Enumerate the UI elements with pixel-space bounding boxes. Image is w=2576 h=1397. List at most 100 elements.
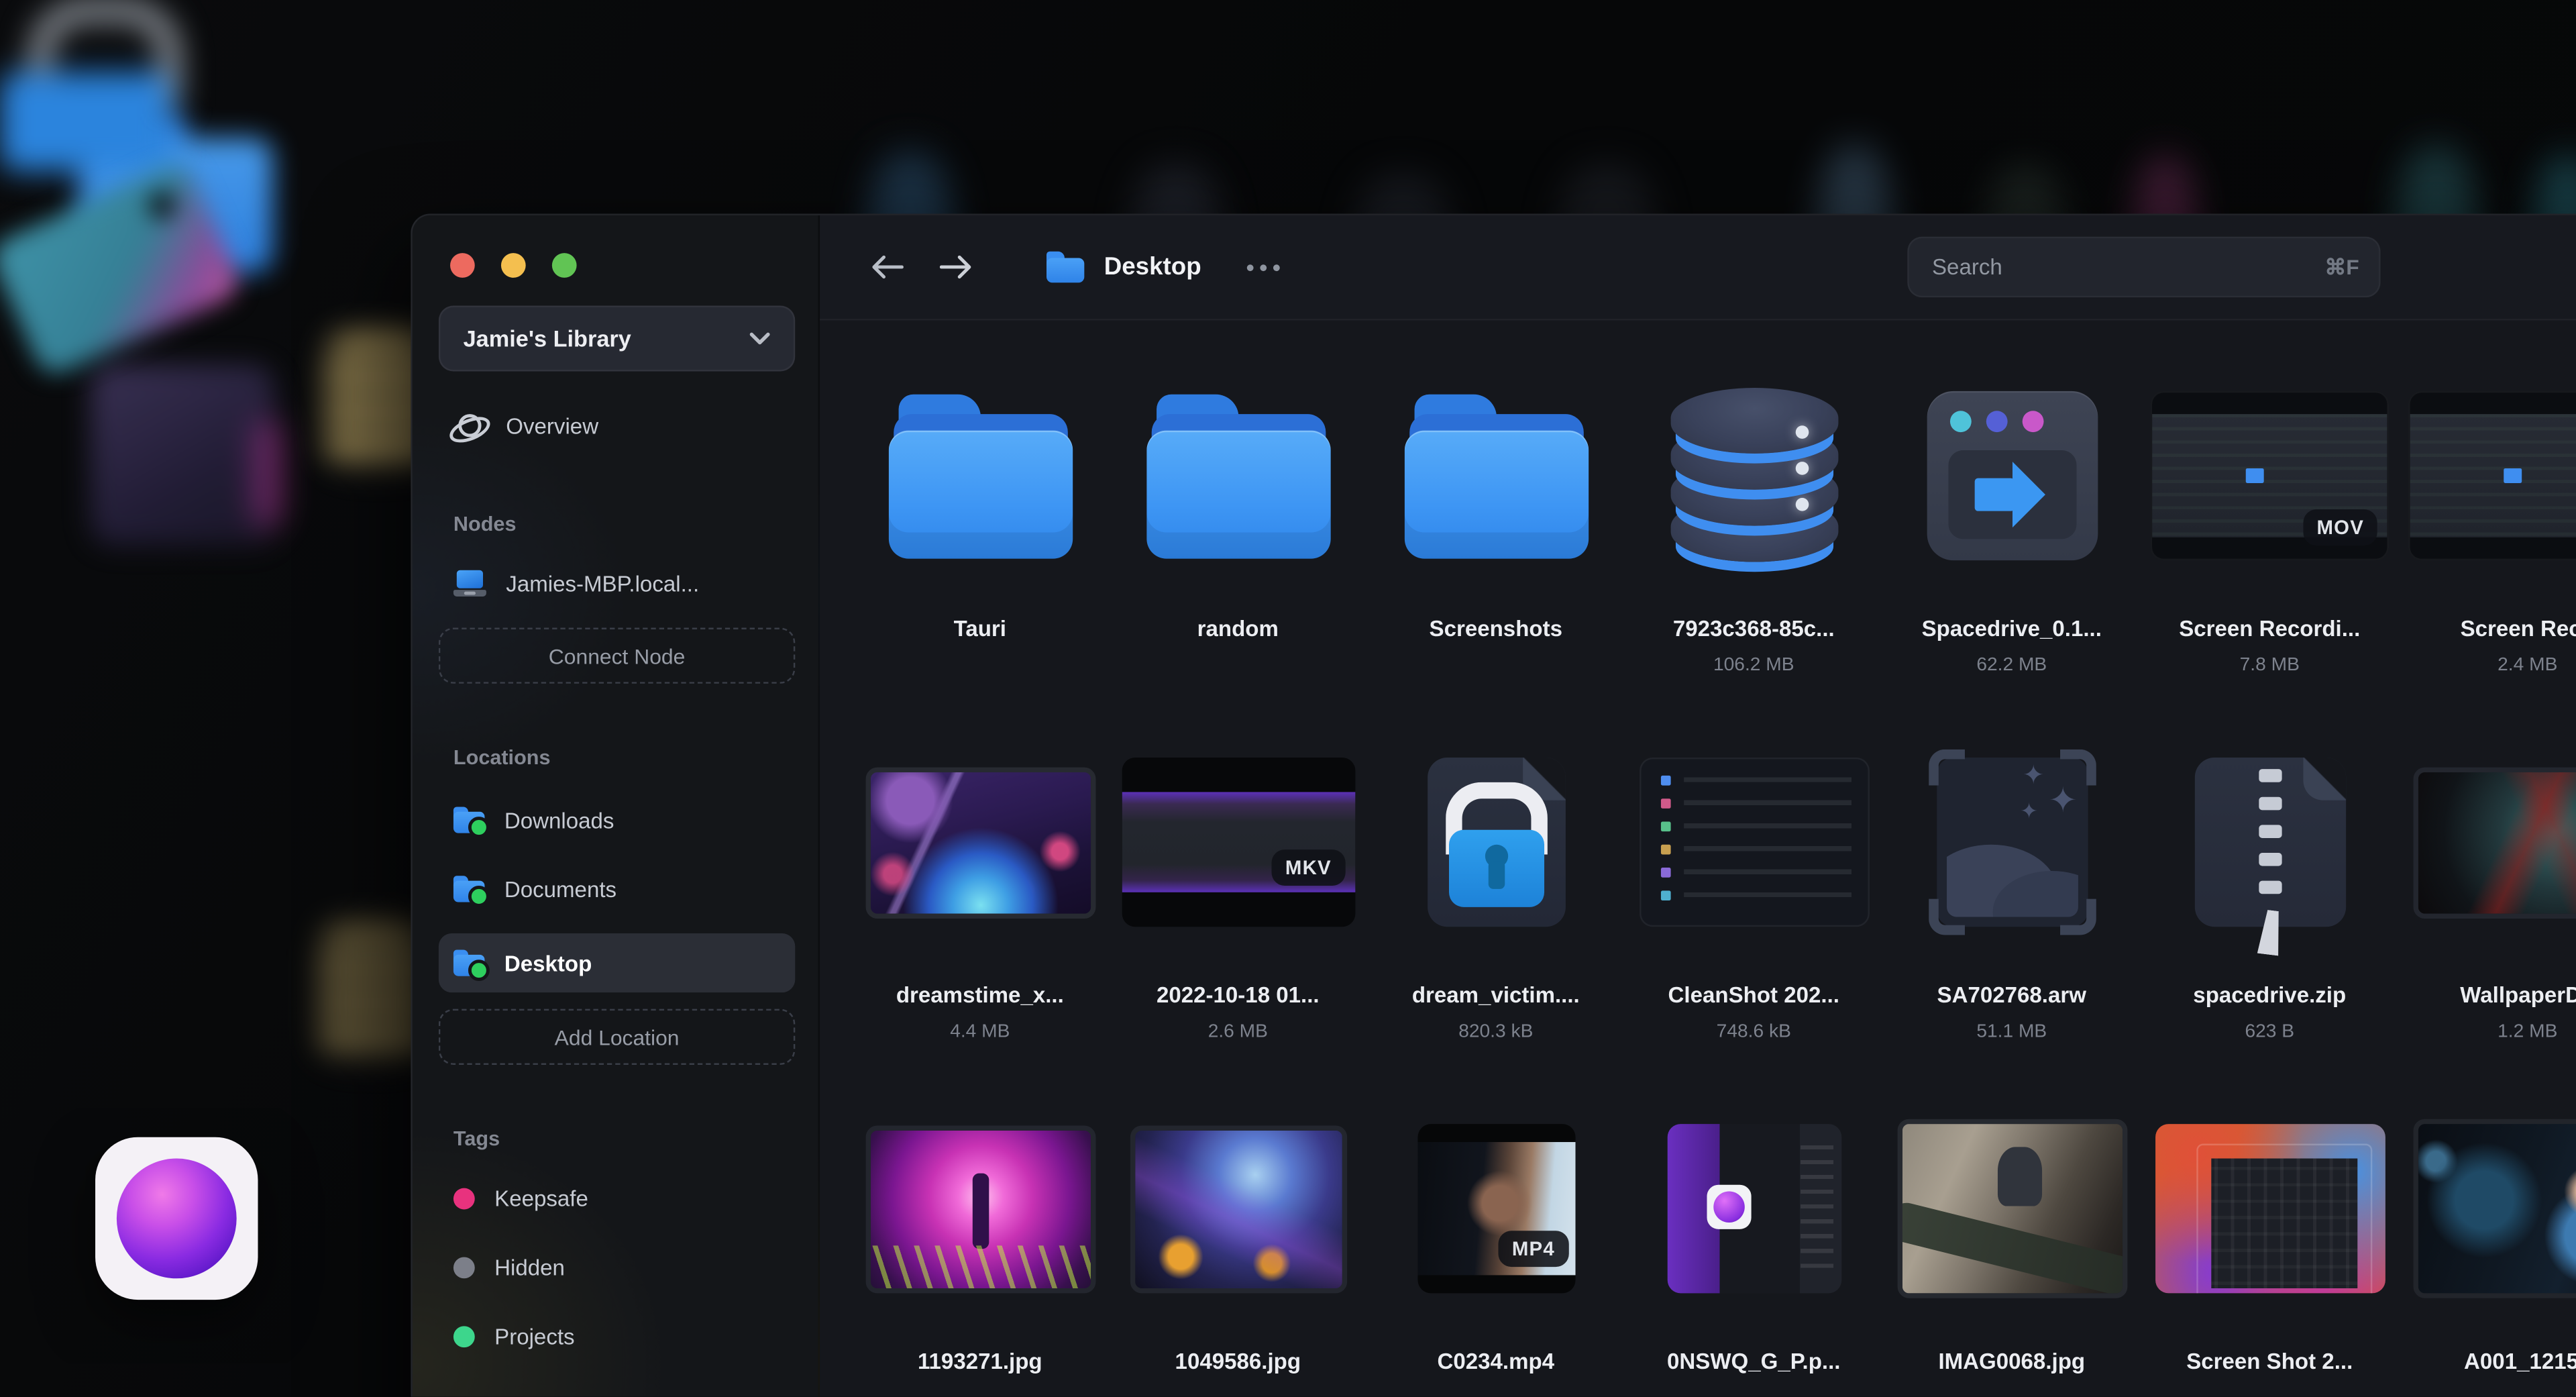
close-button[interactable] — [450, 253, 475, 278]
sidebar-item-tag-keepsafe[interactable]: Keepsafe — [439, 1174, 795, 1223]
file-name: dreamstime_x... — [896, 982, 1064, 1008]
folder-icon — [1146, 393, 1330, 558]
zoom-button[interactable] — [551, 253, 577, 278]
library-selector[interactable]: Jamie's Library — [438, 305, 796, 372]
file-item[interactable]: MP4 C0234.mp4 — [1367, 1123, 1625, 1397]
sidebar-item-node[interactable]: Jamies-MBP.local... — [439, 559, 795, 608]
image-thumbnail — [2154, 1124, 2385, 1294]
video-thumbnail: MOV — [2150, 391, 2389, 561]
file-size: 2.4 MB — [2498, 656, 2558, 676]
spacedrive-app-logo[interactable] — [95, 1137, 258, 1300]
sidebar-item-overview[interactable]: Overview — [439, 401, 795, 450]
file-size: 106.2 MB — [1713, 656, 1794, 676]
sidebar-item-label: Documents — [504, 876, 617, 902]
file-item[interactable]: dreamstime_x... 4.4 MB — [851, 756, 1109, 1123]
folder-icon — [1403, 393, 1588, 558]
file-item[interactable]: 1193271.jpg — [851, 1123, 1109, 1397]
file-size: 2.6 MB — [1208, 1022, 1268, 1042]
topbar: Desktop ⌘F — [820, 215, 2576, 321]
minimize-button[interactable] — [500, 253, 526, 278]
file-name: Screen Reco — [2460, 616, 2576, 641]
synced-dot-icon — [468, 817, 490, 838]
folder-icon — [1046, 251, 1085, 283]
file-item[interactable]: ✦ ✦ ✦ SA702768.arw 51.1 MB — [1883, 749, 2141, 1123]
file-item[interactable]: Tauri — [851, 389, 1109, 756]
file-item[interactable]: IMAG0068.jpg — [1883, 1119, 2141, 1397]
folder-icon — [453, 876, 490, 907]
connect-node-button[interactable]: Connect Node — [438, 627, 796, 684]
tag-color-dot — [453, 1256, 475, 1278]
search-bar[interactable]: ⌘F — [1907, 236, 2381, 298]
file-item[interactable]: Screen Shot 2... — [2141, 1123, 2398, 1397]
file-item[interactable]: A001_12150 — [2399, 1119, 2576, 1397]
file-item[interactable]: dream_victim.... 820.3 kB — [1367, 756, 1625, 1123]
sidebar-item-label: Jamies-MBP.local... — [506, 571, 700, 596]
planet-icon — [445, 409, 494, 447]
file-item[interactable]: Screenshots — [1367, 389, 1625, 756]
file-size: 51.1 MB — [1976, 1022, 2047, 1042]
section-title-locations: Locations — [453, 745, 551, 770]
file-item[interactable]: 0NSWQ_G_P.p... — [1625, 1123, 1882, 1397]
file-grid: Tauri random Screenshots 7923c368-85c...… — [820, 321, 2576, 1397]
synced-dot-icon — [468, 960, 490, 982]
sidebar-item-label: Keepsafe — [494, 1185, 588, 1210]
file-item[interactable]: 7923c368-85c... 106.2 MB — [1625, 386, 1882, 756]
section-title-tags: Tags — [453, 1127, 500, 1151]
sidebar-item-desktop[interactable]: Desktop — [438, 933, 796, 993]
file-item[interactable]: Screen Reco 2.4 MB — [2399, 389, 2576, 756]
file-size: 748.6 kB — [1716, 1022, 1791, 1042]
image-thumbnail — [1666, 1124, 1841, 1294]
file-size: 62.2 MB — [1976, 656, 2047, 676]
sidebar-item-label: Downloads — [504, 807, 614, 833]
sidebar-item-tag-hidden[interactable]: Hidden — [439, 1242, 795, 1291]
video-thumbnail — [2408, 391, 2576, 561]
main-area: Desktop ⌘F Tauri random — [820, 215, 2576, 1397]
file-item[interactable]: 1049586.jpg — [1109, 1123, 1366, 1397]
video-thumbnail: MP4 — [1417, 1124, 1575, 1294]
file-item[interactable]: CleanShot 202... 748.6 kB — [1625, 756, 1882, 1123]
file-item[interactable]: Spacedrive_0.1... 62.2 MB — [1883, 389, 2141, 756]
file-name: SA702768.arw — [1937, 982, 2086, 1008]
file-name: Spacedrive_0.1... — [1921, 616, 2102, 641]
file-name: Screenshots — [1429, 616, 1563, 641]
file-name: 2022-10-18 01... — [1156, 982, 1320, 1008]
format-badge: MKV — [1272, 849, 1345, 886]
sidebar-item-downloads[interactable]: Downloads — [439, 795, 795, 844]
file-name: Screen Recordi... — [2179, 616, 2361, 641]
tag-color-dot — [453, 1187, 475, 1209]
image-thumbnail — [2412, 1119, 2576, 1298]
synced-dot-icon — [468, 886, 490, 907]
sidebar-item-tag-projects[interactable]: Projects — [439, 1311, 795, 1360]
search-shortcut: ⌘F — [2324, 254, 2359, 279]
add-location-button[interactable]: Add Location — [438, 1008, 796, 1065]
sidebar: Jamie's Library Overview Nodes Jamies-MB… — [413, 215, 820, 1397]
back-button[interactable] — [863, 246, 910, 287]
more-options-icon[interactable] — [1238, 254, 1290, 280]
section-title-nodes: Nodes — [453, 513, 517, 536]
file-item[interactable]: spacedrive.zip 623 B — [2141, 756, 2398, 1123]
sidebar-item-label: Projects — [494, 1323, 575, 1349]
file-name: 1193271.jpg — [917, 1349, 1042, 1374]
blurred-lock-icon — [0, 0, 181, 177]
sidebar-item-documents[interactable]: Documents — [439, 864, 795, 913]
file-name: spacedrive.zip — [2193, 982, 2347, 1008]
file-item[interactable]: WallpaperDo 1.2 MB — [2399, 756, 2576, 1123]
file-item[interactable]: MOV Screen Recordi... 7.8 MB — [2141, 389, 2398, 756]
arrow-right-icon — [1974, 462, 2045, 528]
file-name: A001_12150 — [2464, 1349, 2576, 1374]
database-icon — [1665, 386, 1842, 562]
image-thumbnail — [865, 766, 1095, 918]
spacedrive-window: Jamie's Library Overview Nodes Jamies-MB… — [411, 213, 2576, 1397]
sparkle-icon: ✦ — [2022, 762, 2045, 790]
blurred-tag-icon — [0, 159, 244, 380]
arrow-right-icon — [939, 255, 971, 279]
sidebar-item-label: Hidden — [494, 1254, 565, 1280]
file-size: 1.2 MB — [2498, 1022, 2558, 1042]
sidebar-item-label: Overview — [506, 413, 599, 438]
search-input[interactable] — [1929, 253, 2325, 281]
laptop-icon — [453, 570, 486, 597]
file-item[interactable]: MKV 2022-10-18 01... 2.6 MB — [1109, 756, 1366, 1123]
file-item[interactable]: random — [1109, 389, 1366, 756]
forward-button[interactable] — [933, 246, 981, 287]
file-size: 7.8 MB — [2239, 656, 2300, 676]
